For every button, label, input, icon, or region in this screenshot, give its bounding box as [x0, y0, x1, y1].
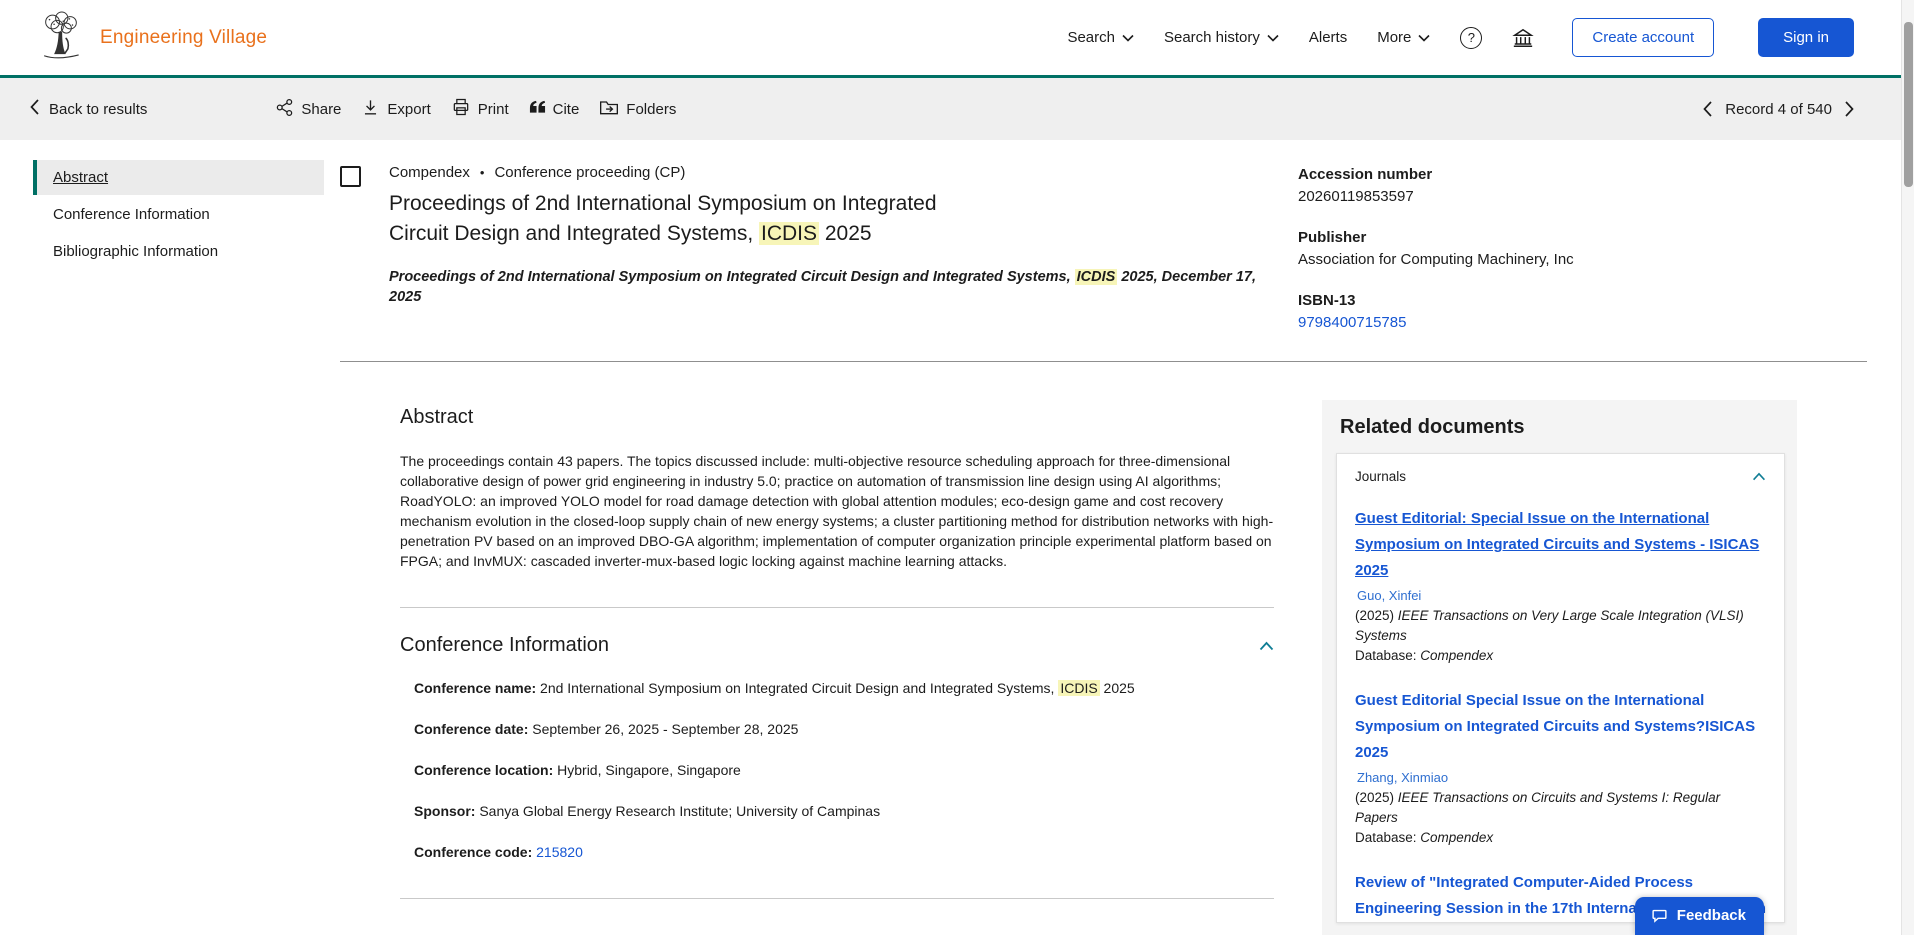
chevron-down-icon	[1267, 29, 1279, 46]
citation-line: (2025) IEEE Transactions on Circuits and…	[1355, 790, 1721, 825]
top-nav: Search Search history Alerts More ? Crea…	[1067, 18, 1854, 57]
app-header: Engineering Village Search Search histor…	[0, 0, 1914, 75]
conference-name-row: Conference name: 2nd International Sympo…	[414, 680, 1135, 696]
accession-number-value: 20260119853597	[1298, 188, 1414, 205]
chevron-left-icon	[30, 99, 39, 119]
speech-bubble-icon	[1651, 907, 1668, 924]
folders-button[interactable]: Folders	[599, 98, 676, 120]
folder-add-icon	[599, 98, 619, 120]
cite-quote-icon	[529, 100, 546, 118]
nav-more[interactable]: More	[1377, 29, 1430, 46]
record-kicker: Compendex • Conference proceeding (CP)	[389, 164, 1298, 181]
isbn-link[interactable]: 9798400715785	[1298, 314, 1406, 331]
export-icon	[361, 98, 380, 121]
related-documents-card: Journals Guest Editorial: Special Issue …	[1336, 453, 1785, 923]
brand[interactable]: Engineering Village	[38, 10, 267, 65]
page-scrollbar	[1901, 0, 1914, 935]
doc-type-label: Conference proceeding (CP)	[494, 164, 686, 181]
chevron-down-icon	[1122, 29, 1134, 46]
elsevier-tree-logo-icon	[38, 10, 84, 65]
collapse-group-chevron-up-icon[interactable]	[1752, 472, 1766, 481]
chevron-down-icon	[1418, 29, 1430, 46]
record-title: Proceedings of 2nd International Symposi…	[389, 192, 937, 245]
nav-search[interactable]: Search	[1067, 29, 1134, 46]
sidebar-item-bibliographic-information[interactable]: Bibliographic Information	[33, 234, 324, 269]
source-citation: Proceedings of 2nd International Symposi…	[389, 269, 1256, 305]
publisher-value: Association for Computing Machinery, Inc	[1298, 251, 1574, 268]
related-document-item: Guest Editorial Special Issue on the Int…	[1355, 688, 1766, 848]
record-toolbar: Back to results Share Export Print Cite …	[0, 78, 1914, 140]
author-link[interactable]: Guo, Xinfei	[1355, 588, 1766, 603]
record-sections: Abstract The proceedings contain 43 pape…	[340, 362, 1274, 935]
print-icon	[451, 97, 471, 121]
collapse-section-chevron-up-icon[interactable]	[1259, 641, 1274, 651]
related-documents-panel: Related documents Journals Guest Editori…	[1322, 400, 1797, 935]
bullet-separator: •	[479, 165, 485, 180]
sponsor-row: Sponsor: Sanya Global Energy Research In…	[414, 803, 881, 819]
section-divider	[400, 607, 1274, 608]
conference-location-row: Conference location: Hybrid, Singapore, …	[414, 762, 741, 778]
abstract-text: The proceedings contain 43 papers. The t…	[400, 453, 1274, 569]
related-document-link[interactable]: Guest Editorial Special Issue on the Int…	[1355, 688, 1766, 766]
help-icon[interactable]: ?	[1460, 26, 1483, 49]
sidebar-item-conference-information[interactable]: Conference Information	[33, 197, 324, 232]
record-content: Compendex • Conference proceeding (CP) P…	[340, 140, 1867, 935]
share-button[interactable]: Share	[275, 98, 341, 121]
create-account-button[interactable]: Create account	[1572, 18, 1715, 57]
record-pagination: Record 4 of 540	[1703, 101, 1854, 118]
share-icon	[275, 98, 294, 121]
related-documents-heading: Related documents	[1340, 416, 1525, 438]
print-button[interactable]: Print	[451, 97, 509, 121]
back-to-results-link[interactable]: Back to results	[30, 99, 147, 119]
nav-alerts[interactable]: Alerts	[1309, 29, 1347, 46]
related-document-link[interactable]: Guest Editorial: Special Issue on the In…	[1355, 506, 1766, 584]
abstract-heading: Abstract	[400, 406, 474, 428]
database-line: Database: Compendex	[1355, 648, 1494, 663]
feedback-button[interactable]: Feedback	[1634, 897, 1764, 935]
select-record-checkbox[interactable]	[340, 166, 361, 187]
accession-number-block: Accession number 20260119853597	[1298, 166, 1867, 205]
section-divider	[400, 898, 1274, 899]
toolbar-actions: Share Export Print Cite Folders	[275, 97, 676, 121]
highlighted-term: ICDIS	[1074, 269, 1118, 285]
record-metadata: Accession number 20260119853597 Publishe…	[1298, 164, 1867, 355]
conference-code-link[interactable]: 215820	[536, 844, 583, 860]
database-label: Compendex	[389, 164, 470, 181]
nav-search-history[interactable]: Search history	[1164, 29, 1279, 46]
database-line: Database: Compendex	[1355, 830, 1494, 845]
sign-in-button[interactable]: Sign in	[1758, 18, 1854, 57]
conference-code-row: Conference code: 215820	[414, 844, 583, 860]
sidebar-item-abstract[interactable]: Abstract	[33, 160, 324, 195]
isbn-block: ISBN-13 9798400715785	[1298, 292, 1407, 331]
conference-date-row: Conference date: September 26, 2025 - Se…	[414, 721, 799, 737]
section-nav: Abstract Conference Information Bibliogr…	[33, 160, 324, 271]
citation-line: (2025) IEEE Transactions on Very Large S…	[1355, 608, 1744, 643]
record-header: Compendex • Conference proceeding (CP) P…	[340, 140, 1867, 355]
record-count-label: Record 4 of 540	[1725, 100, 1832, 118]
next-record-button[interactable]	[1845, 101, 1854, 117]
brand-name: Engineering Village	[100, 26, 268, 48]
export-button[interactable]: Export	[361, 98, 431, 121]
author-link[interactable]: Zhang, Xinmiao	[1355, 770, 1766, 785]
institution-icon[interactable]	[1512, 27, 1535, 49]
previous-record-button[interactable]	[1703, 101, 1712, 117]
cite-button[interactable]: Cite	[529, 100, 579, 118]
conference-information-heading: Conference Information	[400, 634, 610, 656]
highlighted-term: ICDIS	[759, 222, 820, 245]
publisher-block: Publisher Association for Computing Mach…	[1298, 229, 1867, 268]
scrollbar-thumb[interactable]	[1904, 22, 1913, 187]
journals-group-label: Journals	[1355, 469, 1407, 484]
related-document-item: Guest Editorial: Special Issue on the In…	[1355, 506, 1766, 666]
highlighted-term: ICDIS	[1058, 680, 1100, 696]
